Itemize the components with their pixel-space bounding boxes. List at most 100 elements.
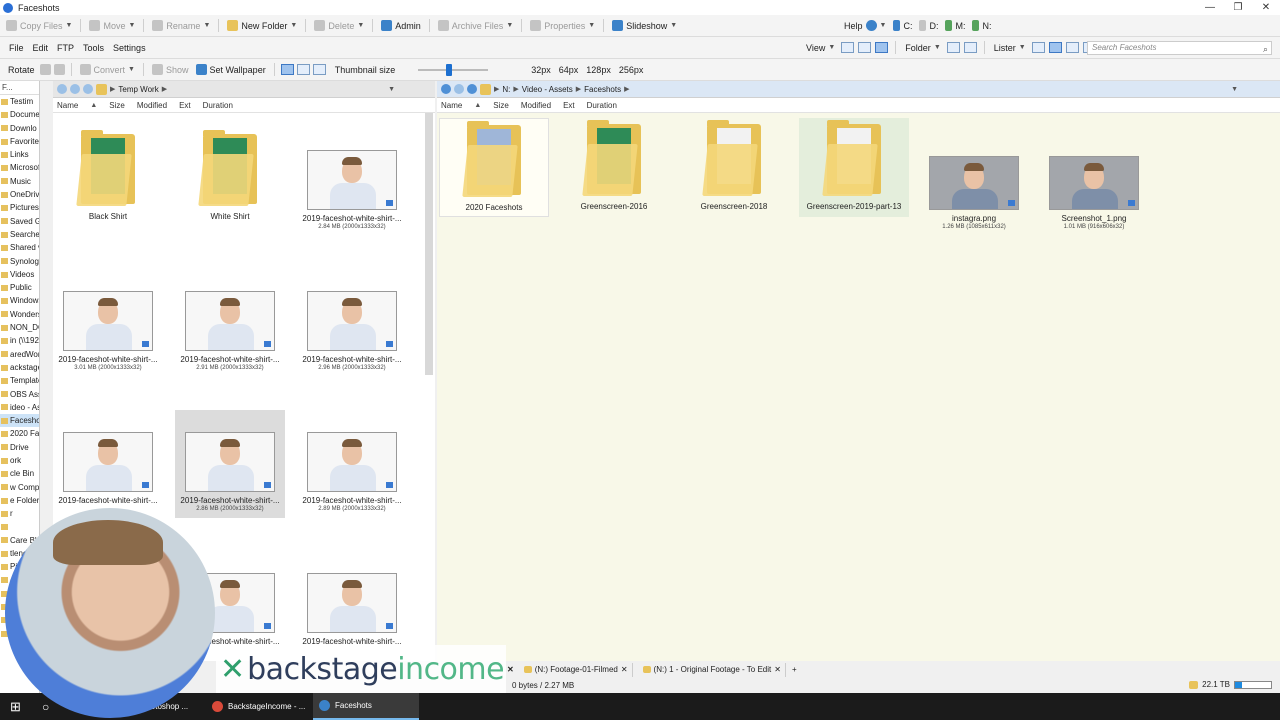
search-input[interactable]: Search Faceshots ⌕	[1087, 41, 1272, 55]
forward-icon[interactable]	[454, 84, 464, 94]
folder-item[interactable]: 2020 Faceshots	[439, 118, 549, 217]
tree-item[interactable]: Pictures	[0, 201, 39, 214]
col-size[interactable]: Size	[109, 101, 125, 110]
tree-item[interactable]: cle Bin	[0, 467, 39, 480]
lister-menu-button[interactable]: Lister ▼	[992, 42, 1028, 54]
tree-item[interactable]: Windows	[0, 294, 39, 307]
rotate-right-icon[interactable]	[53, 64, 65, 75]
thumbnail-view-icon[interactable]	[875, 42, 889, 53]
archive-files-button[interactable]: Archive Files ▼	[436, 19, 515, 32]
thumbnail-mode-icon[interactable]	[280, 64, 294, 75]
tree-item[interactable]: Docume	[0, 108, 39, 121]
tree-item[interactable]: Favorite	[0, 135, 39, 148]
new-folder-button[interactable]: New Folder ▼	[225, 19, 299, 32]
tree-item[interactable]: Synolog	[0, 255, 39, 268]
folder-options-icon[interactable]	[946, 42, 960, 53]
thumbnail-size-slider[interactable]	[418, 63, 489, 76]
close-tab-icon[interactable]: ✕	[774, 665, 781, 674]
taskbar-item-faceshots[interactable]: Faceshots	[313, 693, 419, 720]
close-icon[interactable]: ✕	[1252, 0, 1280, 15]
tree-item[interactable]: Testim	[0, 95, 39, 108]
tree-item[interactable]	[0, 521, 39, 534]
image-file-item[interactable]: 2019-faceshot-white-shirt-... 2.84 MB (20…	[297, 128, 407, 230]
tree-item[interactable]: ackstagein	[0, 361, 39, 374]
tree-item[interactable]: Downlo	[0, 122, 39, 135]
rotate-left-icon[interactable]	[39, 64, 51, 75]
tree-item[interactable]: Wondershar	[0, 308, 39, 321]
tree-item[interactable]: ideo - Asse	[0, 401, 39, 414]
drive-d-button[interactable]: D:	[917, 19, 940, 32]
maximize-icon[interactable]: ❐	[1224, 0, 1252, 15]
help-button[interactable]: Help ▼	[842, 19, 888, 32]
size-64px[interactable]: 64px	[559, 65, 579, 75]
slider-thumb[interactable]	[446, 63, 453, 76]
col-modified[interactable]: Modified	[521, 101, 551, 110]
col-size[interactable]: Size	[493, 101, 509, 110]
menu-ftp[interactable]: FTP	[57, 43, 74, 53]
drive-c-button[interactable]: C:	[891, 19, 914, 32]
back-icon[interactable]	[441, 84, 451, 94]
tree-item[interactable]: Links	[0, 148, 39, 161]
col-name[interactable]: Name	[57, 101, 78, 110]
tree-item[interactable]: Drive	[0, 441, 39, 454]
tree-item[interactable]: w Compute	[0, 481, 39, 494]
tree-item[interactable]: 2020 Fac	[0, 427, 39, 440]
breadcrumb-segment[interactable]: N:	[502, 85, 510, 94]
tree-item[interactable]: NON_DC (E	[0, 321, 39, 334]
size-32px[interactable]: 32px	[531, 65, 551, 75]
image-file-item[interactable]: 2019-faceshot-white-shirt-... 2.96 MB (20…	[297, 269, 407, 371]
convert-button[interactable]: Convert ▼	[78, 63, 137, 76]
properties-button[interactable]: Properties ▼	[528, 19, 597, 32]
size-128px[interactable]: 128px	[586, 65, 611, 75]
breadcrumb-segment[interactable]: Temp Work	[118, 85, 158, 94]
start-button[interactable]: ⊞	[4, 693, 27, 720]
tree-item[interactable]: Searches	[0, 228, 39, 241]
tree-item[interactable]: Shared v	[0, 241, 39, 254]
tree-item[interactable]: in (\\192.16	[0, 334, 39, 347]
back-icon[interactable]	[57, 84, 67, 94]
breadcrumb-segment[interactable]: Faceshots	[584, 85, 621, 94]
up-icon[interactable]	[83, 84, 93, 94]
rename-button[interactable]: Rename ▼	[150, 19, 212, 32]
tree-item[interactable]: ork	[0, 454, 39, 467]
tree-item[interactable]: r	[0, 507, 39, 520]
col-name[interactable]: Name	[441, 101, 462, 110]
image-file-item[interactable]: instagra.png 1.26 MB (1085x611x32)	[919, 118, 1029, 230]
folder-item[interactable]: Greenscreen-2016	[559, 118, 669, 211]
set-wallpaper-button[interactable]: Set Wallpaper	[194, 63, 268, 76]
minimize-icon[interactable]: —	[1196, 0, 1224, 15]
drive-m-button[interactable]: M:	[943, 19, 967, 32]
rotate-button[interactable]: Rotate	[4, 64, 37, 76]
taskbar-item-chrome[interactable]: BackstageIncome - ...	[206, 693, 312, 720]
thumbnail-mode-2-icon[interactable]	[296, 64, 310, 75]
forward-icon[interactable]	[70, 84, 80, 94]
tree-item[interactable]: e Folder	[0, 494, 39, 507]
folder-item[interactable]: Greenscreen-2018	[679, 118, 789, 211]
tree-item[interactable]: OneDriv	[0, 188, 39, 201]
menu-tools[interactable]: Tools	[83, 43, 104, 53]
folder-item[interactable]: Black Shirt	[53, 128, 163, 221]
tree-item[interactable]: Public	[0, 281, 39, 294]
copy-files-button[interactable]: Copy Files ▼	[4, 19, 74, 32]
view-menu-button[interactable]: View ▼	[804, 42, 837, 54]
tree-item[interactable]: Microsof	[0, 161, 39, 174]
file-tab[interactable]: (N:) Footage-01-Filmed ✕	[520, 662, 633, 677]
tree-pane-icon[interactable]	[1065, 42, 1079, 53]
tree-item[interactable]: aredWork (\	[0, 348, 39, 361]
col-duration[interactable]: Duration	[587, 101, 617, 110]
move-button[interactable]: Move ▼	[87, 19, 137, 32]
tree-item[interactable]: Videos	[0, 268, 39, 281]
image-file-item[interactable]: 2019-faceshot-white-shirt-... 3.01 MB (20…	[53, 269, 163, 371]
tree-item[interactable]: Templates	[0, 374, 39, 387]
admin-button[interactable]: Admin	[379, 19, 423, 32]
menu-file[interactable]: File	[9, 43, 24, 53]
tree-item[interactable]: Saved G	[0, 215, 39, 228]
tree-item[interactable]: Music	[0, 175, 39, 188]
right-path-bar[interactable]: ▶ N: ▶ Video - Assets ▶ Faceshots ▶ ▼	[437, 81, 1280, 98]
image-file-item[interactable]: 2019-faceshot-white-shirt-...	[53, 410, 163, 505]
tree-item[interactable]: OBS Assets	[0, 388, 39, 401]
image-file-item[interactable]: 2019-faceshot-white-shirt-...	[297, 551, 407, 646]
folder-item[interactable]: Greenscreen-2019-part-13	[799, 118, 909, 217]
new-tab-button[interactable]: +	[792, 665, 797, 674]
up-icon[interactable]	[467, 84, 477, 94]
